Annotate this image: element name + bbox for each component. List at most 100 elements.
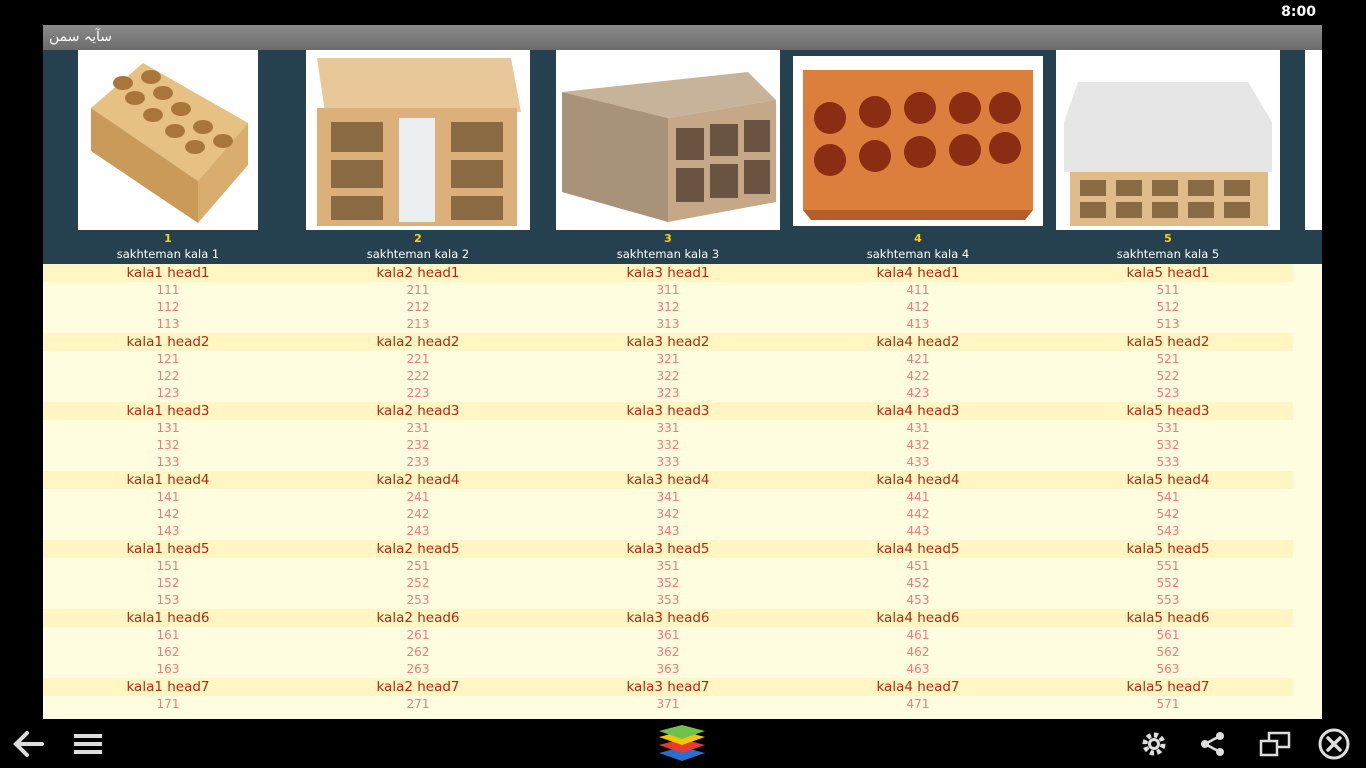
spec-head[interactable]: kala1 head7 bbox=[43, 678, 293, 696]
spec-head[interactable]: kala4 head3 bbox=[793, 402, 1043, 420]
app-window: سآيہ سمن 1 sakhteman kala 1 2 sakhteman … bbox=[43, 25, 1322, 719]
spec-value: 233 bbox=[406, 455, 430, 469]
product-card-1[interactable]: 1 sakhteman kala 1 bbox=[43, 50, 293, 264]
spec-column-1: kala1 head1 111 112 113 kala1 head2 121 122 123… bbox=[43, 264, 293, 713]
spec-head[interactable]: kala5 head1 bbox=[1043, 264, 1293, 282]
spec-head[interactable]: kala2 head7 bbox=[293, 678, 543, 696]
product-card-partial[interactable] bbox=[1305, 50, 1322, 230]
spec-value: 553 bbox=[1156, 593, 1180, 607]
spec-head[interactable]: kala5 head5 bbox=[1043, 540, 1293, 558]
spec-head[interactable]: kala1 head4 bbox=[43, 471, 293, 489]
spec-head[interactable]: kala2 head1 bbox=[293, 264, 543, 282]
spec-head[interactable]: kala3 head5 bbox=[543, 540, 793, 558]
spec-head[interactable]: kala1 head6 bbox=[43, 609, 293, 627]
spec-head[interactable]: kala5 head7 bbox=[1043, 678, 1293, 696]
spec-head[interactable]: kala2 head3 bbox=[293, 402, 543, 420]
product-card-2[interactable]: 2 sakhteman kala 2 bbox=[293, 50, 543, 264]
spec-value: 133 bbox=[156, 455, 180, 469]
spec-head[interactable]: kala2 head6 bbox=[293, 609, 543, 627]
spec-value: 421 bbox=[906, 352, 930, 366]
spec-head[interactable]: kala2 head4 bbox=[293, 471, 543, 489]
spec-head[interactable]: kala1 head1 bbox=[43, 264, 293, 282]
app-title: سآيہ سمن bbox=[49, 29, 113, 45]
spec-head[interactable]: kala3 head1 bbox=[543, 264, 793, 282]
spec-value: 323 bbox=[656, 386, 680, 400]
spec-value: 211 bbox=[406, 283, 430, 297]
settings-gear-icon[interactable] bbox=[1136, 719, 1172, 768]
spec-value: 213 bbox=[406, 317, 430, 331]
spec-head[interactable]: kala4 head4 bbox=[793, 471, 1043, 489]
spec-value: 251 bbox=[406, 559, 430, 573]
spec-head[interactable]: kala1 head3 bbox=[43, 402, 293, 420]
spec-value: 141 bbox=[156, 490, 180, 504]
spec-head[interactable]: kala3 head4 bbox=[543, 471, 793, 489]
spec-value: 131 bbox=[156, 421, 180, 435]
product-number: 5 bbox=[1164, 232, 1172, 245]
spec-head[interactable]: kala4 head2 bbox=[793, 333, 1043, 351]
product-caption: sakhteman kala 3 bbox=[616, 247, 720, 261]
spec-head[interactable]: kala4 head6 bbox=[793, 609, 1043, 627]
block-insulated-icon bbox=[306, 50, 530, 230]
spec-head[interactable]: kala3 head6 bbox=[543, 609, 793, 627]
product-card-5[interactable]: 5 sakhteman kala 5 bbox=[1043, 50, 1293, 264]
spec-value: 161 bbox=[156, 628, 180, 642]
spec-value: 322 bbox=[656, 369, 680, 383]
spec-head[interactable]: kala4 head5 bbox=[793, 540, 1043, 558]
spec-value: 463 bbox=[906, 662, 930, 676]
spec-value: 331 bbox=[656, 421, 680, 435]
spec-value: 571 bbox=[1156, 697, 1180, 711]
spec-value: 512 bbox=[1156, 300, 1180, 314]
spec-value: 241 bbox=[406, 490, 430, 504]
spec-head[interactable]: kala3 head7 bbox=[543, 678, 793, 696]
spec-value: 243 bbox=[406, 524, 430, 538]
spec-value: 151 bbox=[156, 559, 180, 573]
spec-value: 532 bbox=[1156, 438, 1180, 452]
spec-value: 362 bbox=[656, 645, 680, 659]
spec-head[interactable]: kala3 head3 bbox=[543, 402, 793, 420]
product-card-4[interactable]: 4 sakhteman kala 4 bbox=[793, 50, 1043, 264]
spec-column-4: kala4 head1 411 412 413 kala4 head2 421 422 423… bbox=[793, 264, 1043, 713]
share-icon[interactable] bbox=[1195, 719, 1231, 768]
window-toggle-icon[interactable] bbox=[1255, 719, 1295, 768]
spec-head[interactable]: kala2 head5 bbox=[293, 540, 543, 558]
spec-value: 232 bbox=[406, 438, 430, 452]
taskbar bbox=[0, 719, 1366, 768]
spec-value: 171 bbox=[156, 697, 180, 711]
product-card-3[interactable]: 3 sakhteman kala 3 bbox=[543, 50, 793, 264]
close-circle-icon[interactable] bbox=[1314, 719, 1354, 768]
spec-value: 513 bbox=[1156, 317, 1180, 331]
spec-column-3: kala3 head1 311 312 313 kala3 head2 321 322 323… bbox=[543, 264, 793, 713]
spec-value: 521 bbox=[1156, 352, 1180, 366]
spec-head[interactable]: kala5 head6 bbox=[1043, 609, 1293, 627]
spec-head[interactable]: kala1 head2 bbox=[43, 333, 293, 351]
spec-head[interactable]: kala4 head1 bbox=[793, 264, 1043, 282]
product-number: 3 bbox=[664, 232, 672, 245]
spec-head[interactable]: kala5 head3 bbox=[1043, 402, 1293, 420]
spec-head[interactable]: kala2 head2 bbox=[293, 333, 543, 351]
spec-value: 122 bbox=[156, 369, 180, 383]
spec-value: 321 bbox=[656, 352, 680, 366]
spec-head[interactable]: kala5 head2 bbox=[1043, 333, 1293, 351]
menu-icon[interactable] bbox=[70, 719, 106, 768]
block-foam-icon bbox=[1056, 50, 1280, 230]
spec-value: 142 bbox=[156, 507, 180, 521]
spec-value: 261 bbox=[406, 628, 430, 642]
spec-value: 451 bbox=[906, 559, 930, 573]
spec-value: 431 bbox=[906, 421, 930, 435]
spec-head[interactable]: kala5 head4 bbox=[1043, 471, 1293, 489]
back-arrow-icon[interactable] bbox=[8, 719, 48, 768]
spec-value: 222 bbox=[406, 369, 430, 383]
spec-value: 461 bbox=[906, 628, 930, 642]
spec-value: 433 bbox=[906, 455, 930, 469]
bluestacks-logo-icon[interactable] bbox=[655, 719, 709, 768]
spec-head[interactable]: kala3 head2 bbox=[543, 333, 793, 351]
spec-value: 112 bbox=[156, 300, 180, 314]
spec-head[interactable]: kala4 head7 bbox=[793, 678, 1043, 696]
spec-value: 123 bbox=[156, 386, 180, 400]
spec-value: 462 bbox=[906, 645, 930, 659]
spec-value: 253 bbox=[406, 593, 430, 607]
product-gallery[interactable]: 1 sakhteman kala 1 2 sakhteman kala 2 3 … bbox=[43, 50, 1322, 264]
spec-value: 352 bbox=[656, 576, 680, 590]
spec-head[interactable]: kala1 head5 bbox=[43, 540, 293, 558]
spec-value: 312 bbox=[656, 300, 680, 314]
